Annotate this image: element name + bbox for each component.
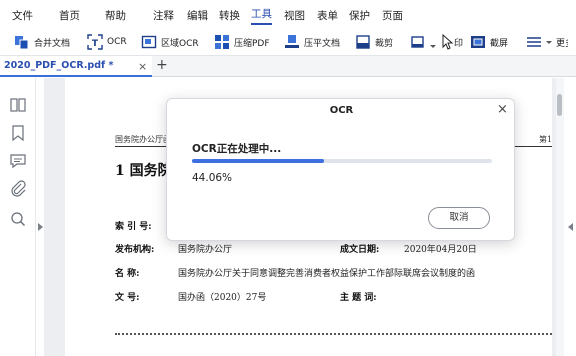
screenshot-label: 截屏 [490,38,509,49]
menu-file[interactable]: 文件 [12,8,33,23]
tab-bar: 2020_PDF_OCR.pdf * × + [0,55,576,77]
page-header-right: 第1页 [539,135,552,144]
name-label: 名 称: [115,269,140,279]
comment-icon[interactable] [9,152,27,170]
docno-label: 文 号: [115,293,140,303]
subject-label: 主 题 词: [340,293,377,303]
expand-right-panel-icon[interactable] [568,223,573,231]
ocr-dialog: OCR × OCR正在处理中... 44.06% 取消 [166,98,515,241]
menu-view[interactable]: 视图 [284,8,305,23]
ocr-icon: T [87,34,103,50]
menu-help[interactable]: 帮助 [105,8,126,23]
document-tab[interactable]: 2020_PDF_OCR.pdf * [0,56,152,77]
index-label: 索 引 号: [115,222,152,232]
expand-sidebar-icon[interactable] [38,223,43,231]
screenshot-icon [470,34,486,50]
svg-text:T: T [92,39,99,49]
compress-label: 压缩PDF [234,38,270,49]
progress-bar [192,159,492,163]
area-ocr-icon [141,34,157,50]
menu-lines-icon [526,34,542,50]
print-icon [410,34,426,50]
issuer-label: 发布机构: [115,245,155,255]
add-tab-icon[interactable]: + [156,57,168,73]
flatten-button[interactable]: 压平文档 [284,32,340,52]
document-tab-name: 2020_PDF_OCR.pdf * [4,60,114,71]
toolbar: 合并文档 T OCR 区域OCR 压缩PDF 压平文档 裁剪 印 截屏 更 [0,30,576,54]
progress-fill [192,159,325,163]
menu-annotate[interactable]: 注释 [153,8,174,23]
merge-label: 合并文档 [34,38,71,49]
vertical-scrollbar[interactable] [556,78,564,356]
scrollbar-thumb[interactable] [557,94,562,116]
search-icon[interactable] [9,210,27,228]
crop-label: 裁剪 [375,38,394,49]
dialog-title: OCR [329,105,354,116]
menu-convert[interactable]: 转换 [219,8,240,23]
menu-edit[interactable]: 编辑 [187,8,208,23]
docno-value: 国办函（2020）27号 [178,293,267,303]
menu-protect[interactable]: 保护 [349,8,370,23]
date-value: 2020年04月20日 [404,245,477,255]
compress-button[interactable]: 压缩PDF [214,32,270,52]
menu-tools[interactable]: 工具 [251,6,272,25]
progress-percent: 44.06% [192,172,233,184]
cancel-button[interactable]: 取消 [428,207,490,229]
dotted-separator [115,333,552,335]
page-header-left: 国务院办公厅函 [115,135,171,144]
thumbnails-icon[interactable] [9,96,27,114]
merge-icon [14,34,30,50]
name-value: 国务院办公厅关于同意调整完善消费者权益保护工作部际联席会议制度的函 [178,269,476,279]
close-icon[interactable]: × [497,102,508,118]
more-button[interactable]: 更多 [526,32,568,52]
more-label: 更多 [556,38,568,49]
ocr-label: OCR [107,37,127,47]
menu-page[interactable]: 页面 [382,8,403,23]
crop-button[interactable]: 裁剪 [355,32,393,52]
chevron-down-icon [430,34,436,50]
compress-icon [214,34,230,50]
attachment-icon[interactable] [9,180,27,198]
bookmark-icon[interactable] [9,124,27,142]
ocr-status-text: OCR正在处理中... [192,143,282,155]
print-button[interactable]: 印 [410,32,463,52]
menu-form[interactable]: 表单 [317,8,338,23]
tab-close-icon[interactable]: × [138,60,147,73]
cursor-icon [440,33,456,50]
flatten-icon [284,34,300,50]
screenshot-button[interactable]: 截屏 [470,32,508,52]
left-sidebar [0,78,36,356]
area-ocr-button[interactable]: 区域OCR [141,32,199,52]
date-label: 成文日期: [340,245,380,255]
menu-home[interactable]: 首页 [59,8,80,23]
chevron-down-icon [546,34,552,50]
area-ocr-label: 区域OCR [161,38,199,49]
flatten-label: 压平文档 [304,38,341,49]
ocr-button[interactable]: T OCR [87,32,127,52]
document-title: 1 国务院 [115,163,172,179]
menu-bar: 文件 首页 帮助 注释 编辑 转换 工具 视图 表单 保护 页面 [0,0,576,30]
merge-button[interactable]: 合并文档 [14,32,70,52]
issuer-value: 国务院办公厅 [178,245,233,255]
crop-icon [355,34,371,50]
